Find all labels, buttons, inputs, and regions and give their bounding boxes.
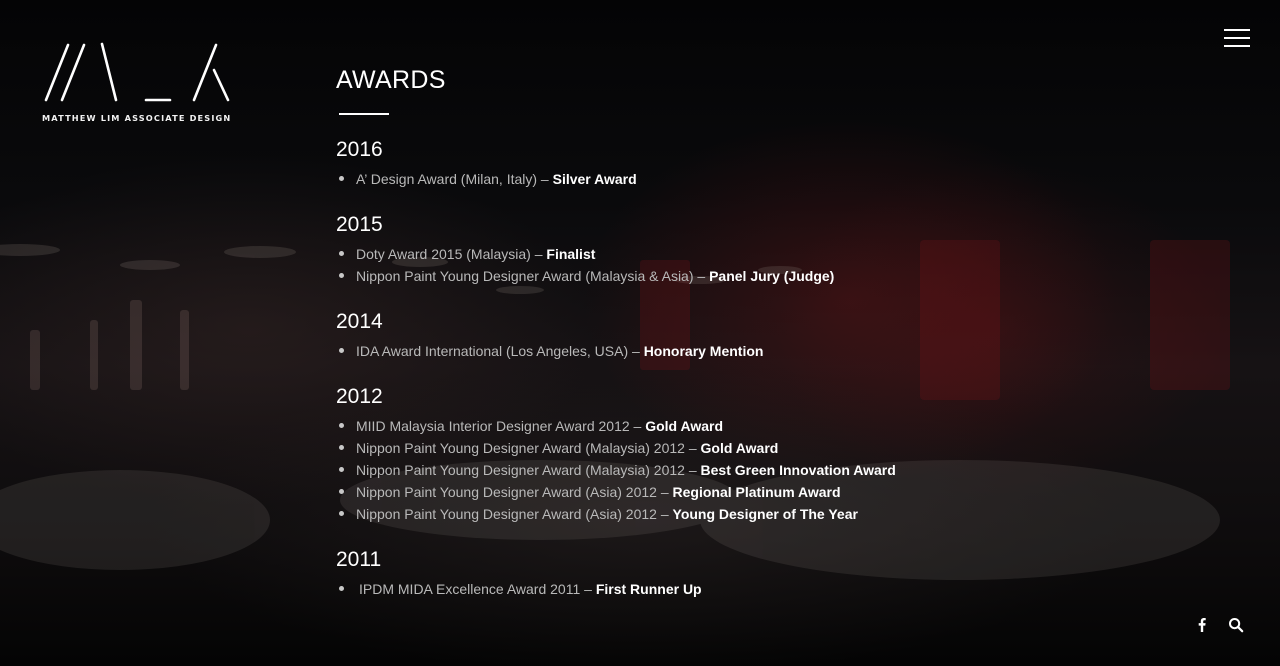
year-heading: 2016 [336,138,383,161]
brand-logo[interactable]: MATTHEW LIM ASSOCIATE DESIGN [42,42,234,123]
facebook-icon[interactable] [1194,617,1210,633]
award-result: Regional Platinum Award [672,484,841,500]
bullet-icon [339,273,344,278]
award-item: Nippon Paint Young Designer Award (Malay… [336,437,1136,459]
bullet-icon [339,511,344,516]
hamburger-menu-icon[interactable] [1224,28,1250,48]
year-heading: 2011 [336,548,382,571]
award-result: Finalist [546,246,596,262]
award-result: Gold Award [645,418,724,434]
awards-content: AWARDS 2016 A’ Design Award (Milan, Ital… [336,64,1136,600]
award-name: Nippon Paint Young Designer Award (Malay… [356,268,706,284]
award-name: Doty Award 2015 (Malaysia) – [356,246,543,262]
award-item: Doty Award 2015 (Malaysia) – Finalist [336,243,1136,265]
award-item: IDA Award International (Los Angeles, US… [336,340,1136,362]
award-result: Best Green Innovation Award [700,462,896,478]
award-item: Nippon Paint Young Designer Award (Asia)… [336,503,1136,525]
award-result: Silver Award [552,171,637,187]
award-name: IPDM MIDA Excellence Award 2011 – [359,581,592,597]
award-name: Nippon Paint Young Designer Award (Asia)… [356,484,669,500]
menu-bar [1224,29,1250,31]
award-item: Nippon Paint Young Designer Award (Malay… [336,459,1136,481]
award-result: First Runner Up [595,581,702,597]
award-list: IPDM MIDA Excellence Award 2011 – First … [336,578,1136,600]
year-section-2016: 2016 A’ Design Award (Milan, Italy) – Si… [336,137,1136,190]
award-name: A’ Design Award (Milan, Italy) – [356,171,549,187]
bullet-icon [339,423,344,428]
bullet-icon [339,251,344,256]
award-item: IPDM MIDA Excellence Award 2011 – First … [336,578,1136,600]
year-section-2015: 2015 Doty Award 2015 (Malaysia) – Finali… [336,212,1136,287]
award-list: A’ Design Award (Milan, Italy) – Silver … [336,168,1136,190]
bullet-icon [339,176,344,181]
year-section-2011: 2011 IPDM MIDA Excellence Award 2011 – F… [336,547,1136,600]
award-list: IDA Award International (Los Angeles, US… [336,340,1136,362]
year-heading: 2014 [336,310,383,333]
bullet-icon [339,348,344,353]
award-item: A’ Design Award (Milan, Italy) – Silver … [336,168,1136,190]
award-result: Panel Jury (Judge) [709,268,835,284]
year-section-2014: 2014 IDA Award International (Los Angele… [336,309,1136,362]
award-item: MIID Malaysia Interior Designer Award 20… [336,415,1136,437]
award-name: Nippon Paint Young Designer Award (Asia)… [356,506,669,522]
award-name: MIID Malaysia Interior Designer Award 20… [356,418,642,434]
title-underline [339,113,389,115]
award-result: Young Designer of The Year [672,506,858,522]
award-list: Doty Award 2015 (Malaysia) – Finalist Ni… [336,243,1136,287]
bullet-icon [339,586,344,591]
award-result: Gold Award [700,440,779,456]
award-name: Nippon Paint Young Designer Award (Malay… [356,440,697,456]
bullet-icon [339,445,344,450]
award-name: Nippon Paint Young Designer Award (Malay… [356,462,697,478]
bullet-icon [339,467,344,472]
award-item: Nippon Paint Young Designer Award (Asia)… [336,481,1136,503]
search-icon[interactable] [1228,617,1244,633]
menu-bar [1224,37,1250,39]
menu-bar [1224,45,1250,47]
page-title: AWARDS [336,66,446,94]
year-heading: 2015 [336,213,383,236]
award-result: Honorary Mention [643,343,764,359]
award-item: Nippon Paint Young Designer Award (Malay… [336,265,1136,287]
year-section-2012: 2012 MIID Malaysia Interior Designer Awa… [336,384,1136,525]
footer-social-bar [1194,617,1244,633]
brand-caption: MATTHEW LIM ASSOCIATE DESIGN [42,113,232,123]
award-list: MIID Malaysia Interior Designer Award 20… [336,415,1136,525]
year-heading: 2012 [336,385,383,408]
bullet-icon [339,489,344,494]
award-name: IDA Award International (Los Angeles, US… [356,343,640,359]
mla-logo-mark [44,42,230,102]
